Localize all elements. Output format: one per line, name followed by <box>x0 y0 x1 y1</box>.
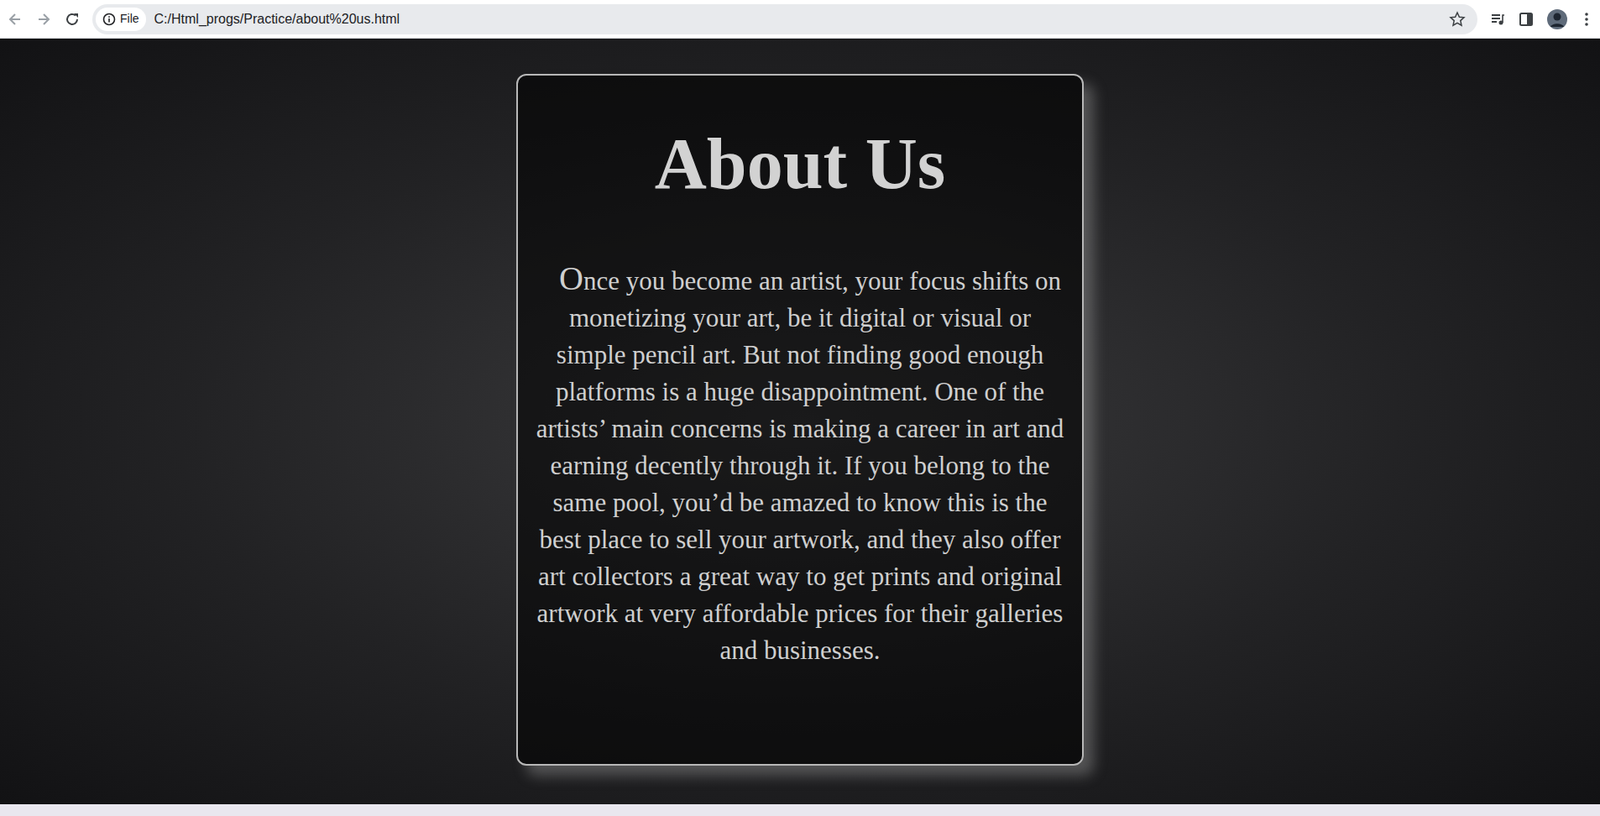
site-info-chip[interactable]: File <box>95 7 147 32</box>
about-paragraph: Once you become an artist, your focus sh… <box>534 260 1066 670</box>
info-icon <box>102 12 116 27</box>
side-panel-icon[interactable] <box>1517 10 1535 28</box>
menu-icon[interactable] <box>1579 10 1594 28</box>
forward-icon[interactable] <box>35 10 53 28</box>
about-heading: About Us <box>654 127 946 200</box>
back-icon[interactable] <box>6 10 24 28</box>
address-text[interactable]: C:/Html_progs/Practice/about%20us.html <box>154 9 401 30</box>
star-icon[interactable] <box>1448 10 1466 28</box>
profile-avatar-icon[interactable] <box>1546 8 1569 31</box>
media-icon[interactable] <box>1489 10 1506 28</box>
reload-icon[interactable] <box>63 10 81 28</box>
about-card: About Us Once you become an artist, your… <box>516 73 1084 766</box>
taskbar <box>0 804 1600 816</box>
address-bar[interactable]: File C:/Html_progs/Practice/about%20us.h… <box>92 4 1478 35</box>
file-badge: File <box>120 10 140 28</box>
gallery-background: About Us Once you become an artist, your… <box>0 38 1600 805</box>
browser-toolbar: File C:/Html_progs/Practice/about%20us.h… <box>0 0 1600 39</box>
